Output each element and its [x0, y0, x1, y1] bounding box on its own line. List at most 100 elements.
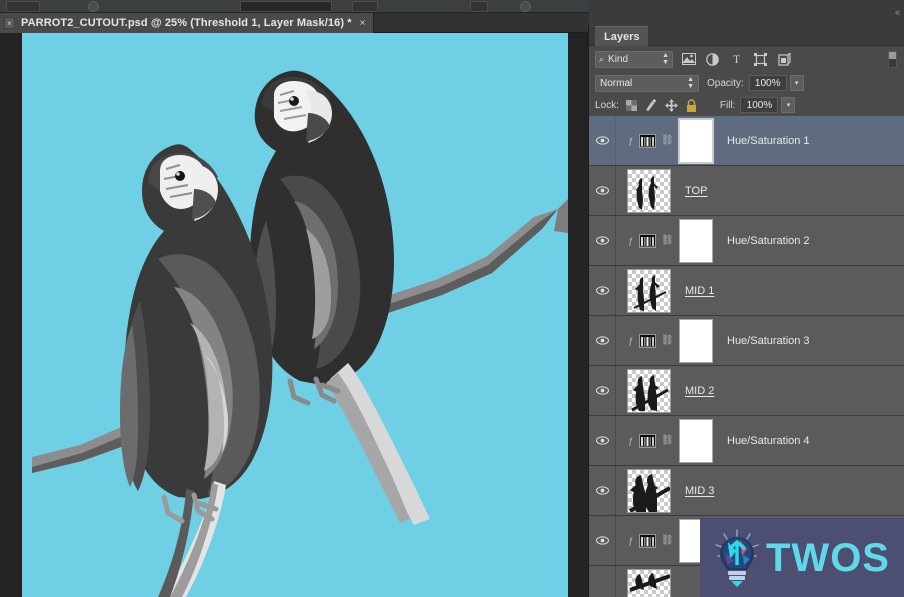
layer-thumbnail[interactable] [627, 469, 671, 513]
link-mask-icon[interactable]: ⛓ [661, 235, 669, 246]
eye-icon [596, 436, 609, 445]
layer-visibility-toggle[interactable] [589, 316, 616, 365]
chevron-updown-icon: ▲▼ [687, 76, 694, 90]
tab-layers[interactable]: Layers [595, 26, 648, 46]
link-mask-icon[interactable]: ⛓ [661, 335, 669, 346]
parrot-artwork [22, 33, 568, 597]
eye-icon [596, 186, 609, 195]
layer-fx-icon: ƒ [627, 336, 634, 346]
layer-thumbnail[interactable] [627, 269, 671, 313]
lock-transparent-pixels-icon[interactable] [625, 99, 638, 112]
layer-mask-thumbnail[interactable] [679, 119, 713, 163]
hue-saturation-thumbnail[interactable] [639, 334, 656, 348]
blend-mode-select[interactable]: Normal ▲▼ [595, 75, 699, 92]
toolbar-chip[interactable] [6, 1, 40, 12]
layer-row[interactable]: ƒ ⛓ Hue/S [589, 116, 904, 166]
lock-all-icon[interactable] [685, 99, 698, 112]
layer-row[interactable]: MID 2 [589, 366, 904, 416]
layer-row[interactable]: TOP [589, 166, 904, 216]
filter-shape-icon[interactable] [752, 51, 769, 68]
hue-saturation-thumbnail[interactable] [639, 434, 656, 448]
toolbar-chip-3[interactable] [470, 1, 488, 12]
layer-thumbnail[interactable] [627, 569, 671, 597]
layer-visibility-toggle[interactable] [589, 216, 616, 265]
filter-adjustment-icon[interactable] [704, 51, 721, 68]
filter-kind-select[interactable]: ⌕ Kind ▲▼ [595, 51, 673, 68]
eye-icon [596, 486, 609, 495]
filter-enable-toggle[interactable] [888, 51, 897, 68]
hue-saturation-thumbnail[interactable] [639, 134, 656, 148]
layer-name[interactable]: MID 2 [685, 385, 714, 397]
lightbulb-icon [714, 529, 760, 587]
layer-visibility-toggle[interactable] [589, 566, 616, 597]
link-mask-icon[interactable]: ⛓ [661, 435, 669, 446]
close-icon[interactable]: × [358, 18, 366, 29]
eye-icon [596, 386, 609, 395]
layer-visibility-toggle[interactable] [589, 166, 616, 215]
opacity-input[interactable]: 100% [749, 75, 787, 91]
layer-thumbnail[interactable] [627, 369, 671, 413]
link-mask-icon[interactable]: ⛓ [661, 535, 669, 546]
filter-kind-label: Kind [608, 54, 628, 65]
layer-row[interactable]: ƒ ⛓ Hue/S [589, 316, 904, 366]
layers-panel: « Layers ⌕ Kind ▲▼ [588, 26, 904, 597]
layer-visibility-toggle[interactable] [589, 116, 616, 165]
layer-row[interactable]: MID 1 [589, 266, 904, 316]
canvas-workspace [0, 33, 588, 597]
lock-position-icon[interactable] [665, 99, 678, 112]
layer-fx-icon: ƒ [627, 536, 634, 546]
layer-mask-thumbnail[interactable] [679, 319, 713, 363]
layer-visibility-toggle[interactable] [589, 366, 616, 415]
lock-image-pixels-icon[interactable] [645, 99, 658, 112]
layer-visibility-toggle[interactable] [589, 466, 616, 515]
layer-visibility-toggle[interactable] [589, 516, 616, 565]
toolbar-field[interactable] [240, 1, 332, 12]
filter-pixel-icon[interactable] [680, 51, 697, 68]
document-canvas[interactable] [22, 33, 568, 597]
layer-visibility-toggle[interactable] [589, 416, 616, 465]
layer-row[interactable]: ƒ ⛓ Hue/S [589, 416, 904, 466]
layer-name[interactable]: TOP [685, 185, 707, 197]
opacity-dropdown-icon[interactable]: ▾ [790, 75, 804, 91]
layer-name[interactable]: MID 1 [685, 285, 714, 297]
blend-mode-value: Normal [600, 78, 632, 89]
layer-row[interactable]: MID 3 [589, 466, 904, 516]
fill-input[interactable]: 100% [740, 97, 778, 113]
eye-icon [596, 336, 609, 345]
document-title: PARROT2_CUTOUT.psd @ 25% (Threshold 1, L… [21, 17, 352, 29]
filter-smartobject-icon[interactable] [776, 51, 793, 68]
tab-close-left-icon[interactable]: × [4, 17, 15, 29]
layer-name[interactable]: MID 3 [685, 485, 714, 497]
layer-filter-row: ⌕ Kind ▲▼ T [589, 46, 904, 72]
layer-thumbnail[interactable] [627, 169, 671, 213]
link-mask-icon[interactable]: ⛓ [661, 135, 669, 146]
panel-topbar: « [589, 0, 904, 26]
layer-visibility-toggle[interactable] [589, 266, 616, 315]
toolbar-knob-2[interactable] [520, 1, 531, 12]
eye-icon [596, 286, 609, 295]
layer-name[interactable]: Hue/Saturation 3 [727, 335, 810, 347]
hue-saturation-thumbnail[interactable] [639, 234, 656, 248]
hue-saturation-thumbnail[interactable] [639, 534, 656, 548]
layer-fx-icon: ƒ [627, 236, 634, 246]
eye-icon [596, 136, 609, 145]
layer-mask-thumbnail[interactable] [679, 219, 713, 263]
filter-type-icon[interactable]: T [728, 51, 745, 68]
layer-name[interactable]: Hue/Saturation 2 [727, 235, 810, 247]
opacity-label: Opacity: [707, 78, 744, 89]
layer-name[interactable]: Hue/Saturation 4 [727, 435, 810, 447]
photoshop-window: × PARROT2_CUTOUT.psd @ 25% (Threshold 1,… [0, 0, 904, 597]
layer-name[interactable]: Hue/Saturation 1 [727, 135, 810, 147]
document-tab[interactable]: × PARROT2_CUTOUT.psd @ 25% (Threshold 1,… [0, 13, 374, 33]
lock-label: Lock: [595, 100, 619, 111]
blend-mode-row: Normal ▲▼ Opacity: 100% ▾ [589, 72, 904, 94]
layer-mask-thumbnail[interactable] [679, 419, 713, 463]
layer-fx-icon: ƒ [627, 436, 634, 446]
toolbar-chip-2[interactable] [352, 1, 378, 12]
fill-dropdown-icon[interactable]: ▾ [781, 97, 795, 113]
layer-row[interactable]: ƒ ⛓ Hue/S [589, 216, 904, 266]
collapse-panel-icon[interactable]: « [895, 7, 899, 17]
chevron-updown-icon: ▲▼ [662, 52, 669, 66]
panel-tabstrip: Layers [589, 26, 904, 46]
toolbar-knob[interactable] [88, 1, 99, 12]
